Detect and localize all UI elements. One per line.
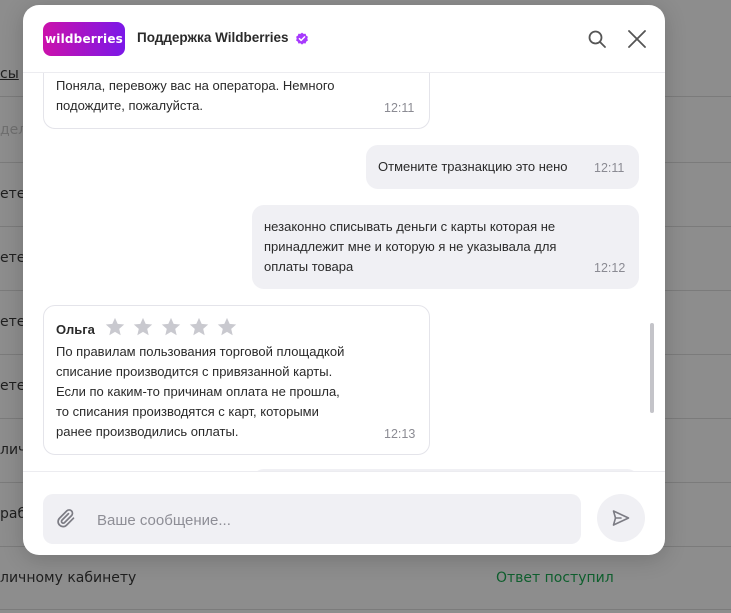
message-line: списание производится с привязанной карт… [56,364,333,379]
star-icon[interactable] [104,316,126,338]
star-icon[interactable] [132,316,154,338]
close-icon[interactable] [625,27,649,51]
sender-name: Ольга [56,322,95,337]
chat-header: wildberries Поддержка Wildberries [23,5,665,73]
message-line: По правилам пользования торговой площадк… [56,344,345,359]
message-line: незаконно списывать деньги с карты котор… [264,219,556,234]
verified-badge-icon [296,32,308,45]
message-line: то списания производятся с карт, которым… [56,404,319,419]
bg-status-text: Ответ поступил [496,570,614,586]
message-time: 12:12 [594,261,626,275]
message-time: 12:13 [384,427,416,441]
search-icon[interactable] [585,27,609,51]
incoming-message: Поняла, перевожу вас на оператора. Немно… [43,73,430,129]
message-line: Поняла, перевожу вас на оператора. Немно… [56,78,335,93]
support-chat-modal: wildberries Поддержка Wildberries Поняла… [23,5,665,555]
message-text: По правилам пользования торговой площадк… [56,342,344,442]
message-input[interactable] [95,494,569,546]
message-input-wrapper [43,494,581,546]
message-list[interactable]: Поняла, перевожу вас на оператора. Немно… [23,73,665,471]
send-icon [612,510,630,526]
message-line: оплаты товара [264,259,354,274]
incoming-message: Ольга По правилам пользования торговой п… [43,305,430,455]
message-time: 12:11 [384,101,415,115]
message-text: незаконно списывать деньги с карты котор… [264,217,556,277]
bg-divider [0,609,731,610]
outgoing-message: Отмените тразнакцию это нено 12:11 [366,145,639,189]
bg-link: сы [0,66,19,82]
send-button[interactable] [597,494,645,542]
message-line: Если по каким-то причинам оплата не прош… [56,384,340,399]
star-icon[interactable] [160,316,182,338]
message-composer [23,471,665,555]
message-line: Отмените тразнакцию это нено [378,159,568,174]
chat-title: Поддержка Wildberries [137,30,289,45]
star-icon[interactable] [188,316,210,338]
paperclip-icon[interactable] [55,507,79,531]
star-icon[interactable] [216,316,238,338]
message-line: принадлежит мне и которую я не указывала… [264,239,557,254]
outgoing-message: незаконно списывать деньги с карты котор… [252,205,639,289]
scrollbar-thumb[interactable] [650,323,654,413]
message-line: ранее производились оплаты. [56,424,239,439]
message-line: подождите, пожалуйста. [56,98,204,113]
message-time: 12:11 [594,161,625,175]
message-text: Отмените тразнакцию это нено [378,157,568,177]
bg-text: личному кабинету [0,570,137,586]
message-text: Поняла, перевожу вас на оператора. Немно… [56,76,335,116]
wildberries-logo: wildberries [43,22,125,56]
rating-stars[interactable] [104,316,238,340]
